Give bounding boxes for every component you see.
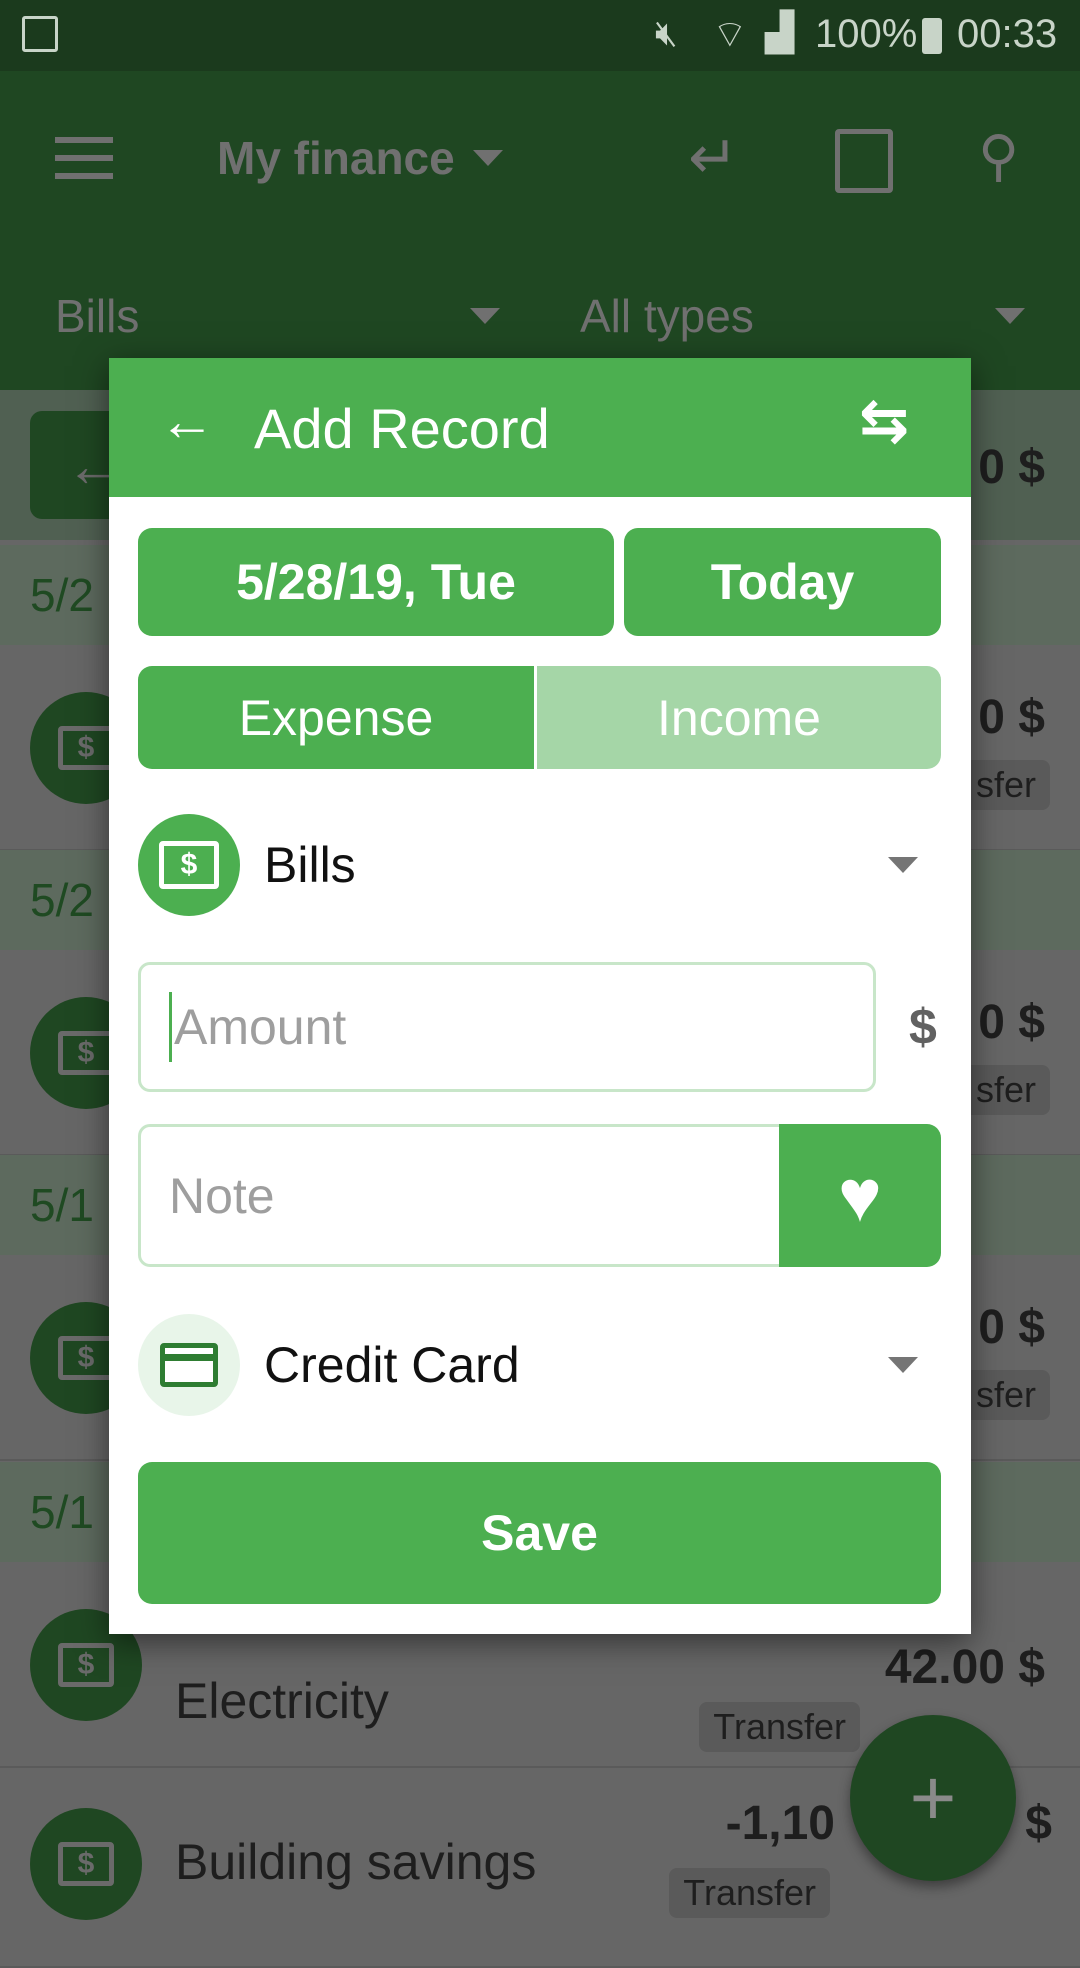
wifi-icon: ⌔ <box>712 14 748 56</box>
battery-level: 100% <box>815 12 918 56</box>
account-label: Credit Card <box>264 1337 520 1393</box>
credit-card-icon <box>138 1314 240 1416</box>
tab-income[interactable]: Income <box>537 666 941 769</box>
text-cursor <box>169 992 172 1062</box>
bills-icon: $ <box>30 1808 142 1920</box>
chevron-down-icon <box>470 308 500 324</box>
mute-icon: 🔇︎ <box>655 12 678 53</box>
app-title: My finance <box>217 132 455 184</box>
return-icon[interactable]: ↵ <box>688 123 738 193</box>
status-bar: 🔇︎ ⌔ ▟ 100% 00:33 <box>0 0 1080 71</box>
category-selector[interactable]: $ Bills <box>138 814 918 916</box>
back-arrow-icon[interactable]: ← <box>159 388 215 453</box>
today-button[interactable]: Today <box>624 528 941 636</box>
currency-symbol[interactable]: $ <box>909 998 937 1056</box>
dialog-header: ← Add Record ⇆ <box>109 358 971 497</box>
record-type-tabs: Expense Income <box>138 666 941 769</box>
item-name: Building savings <box>175 1834 537 1890</box>
dialog-title: Add Record <box>254 397 550 460</box>
bills-icon: $ <box>138 814 240 916</box>
chevron-down-icon <box>888 1357 918 1373</box>
item-amount: 0 $ <box>978 1301 1045 1354</box>
item-name: Electricity <box>175 1673 389 1729</box>
chevron-down-icon <box>995 308 1025 324</box>
item-amount: 42.00 $ <box>884 1641 1045 1694</box>
category-filter[interactable]: Bills <box>55 289 500 343</box>
chevron-down-icon <box>472 150 503 166</box>
amount-input[interactable]: Amount <box>138 962 876 1092</box>
item-amount: 0 $ <box>978 691 1045 744</box>
type-filter[interactable]: All types <box>580 289 1025 343</box>
swap-icon[interactable]: ⇆ <box>859 386 909 456</box>
summary-amount: 0 $ <box>978 441 1045 494</box>
clock: 00:33 <box>957 12 1058 56</box>
note-placeholder: Note <box>169 1167 275 1224</box>
item-badge: Transfer <box>669 1868 830 1918</box>
account-selector[interactable]: Credit Card <box>138 1314 918 1416</box>
favorites-button[interactable]: ♥ <box>779 1124 941 1267</box>
note-input[interactable]: Note <box>138 1124 788 1267</box>
account-selector[interactable]: My finance <box>217 131 503 185</box>
signal-icon: ▟ <box>765 12 795 54</box>
amount-placeholder: Amount <box>174 999 347 1055</box>
tab-expense[interactable]: Expense <box>138 666 537 769</box>
category-filter-label: Bills <box>55 290 140 342</box>
add-budget-icon[interactable] <box>835 129 893 193</box>
chevron-down-icon <box>888 857 918 873</box>
save-button[interactable]: Save <box>138 1462 941 1604</box>
item-amount: 0 $ <box>978 996 1045 1049</box>
item-badge: sfer <box>961 1370 1050 1420</box>
heart-icon: ♥ <box>838 1154 882 1237</box>
category-label: Bills <box>264 837 356 893</box>
item-badge: Transfer <box>699 1702 860 1752</box>
date-button[interactable]: 5/28/19, Tue <box>138 528 614 636</box>
add-record-fab[interactable]: + <box>850 1715 1016 1881</box>
search-icon[interactable]: ⚲ <box>978 123 1019 189</box>
add-record-dialog: ← Add Record ⇆ 5/28/19, Tue Today Expens… <box>109 358 971 1634</box>
item-badge: sfer <box>961 1065 1050 1115</box>
gallery-icon <box>22 16 58 52</box>
item-badge: sfer <box>961 760 1050 810</box>
item-amount-currency: $ <box>1025 1797 1052 1850</box>
item-amount: -1,10 <box>725 1797 835 1850</box>
type-filter-label: All types <box>580 290 754 342</box>
app-bar: My finance ↵ ⚲ Bills All types <box>0 71 1080 390</box>
battery-icon <box>922 18 942 54</box>
menu-icon[interactable] <box>55 137 113 179</box>
